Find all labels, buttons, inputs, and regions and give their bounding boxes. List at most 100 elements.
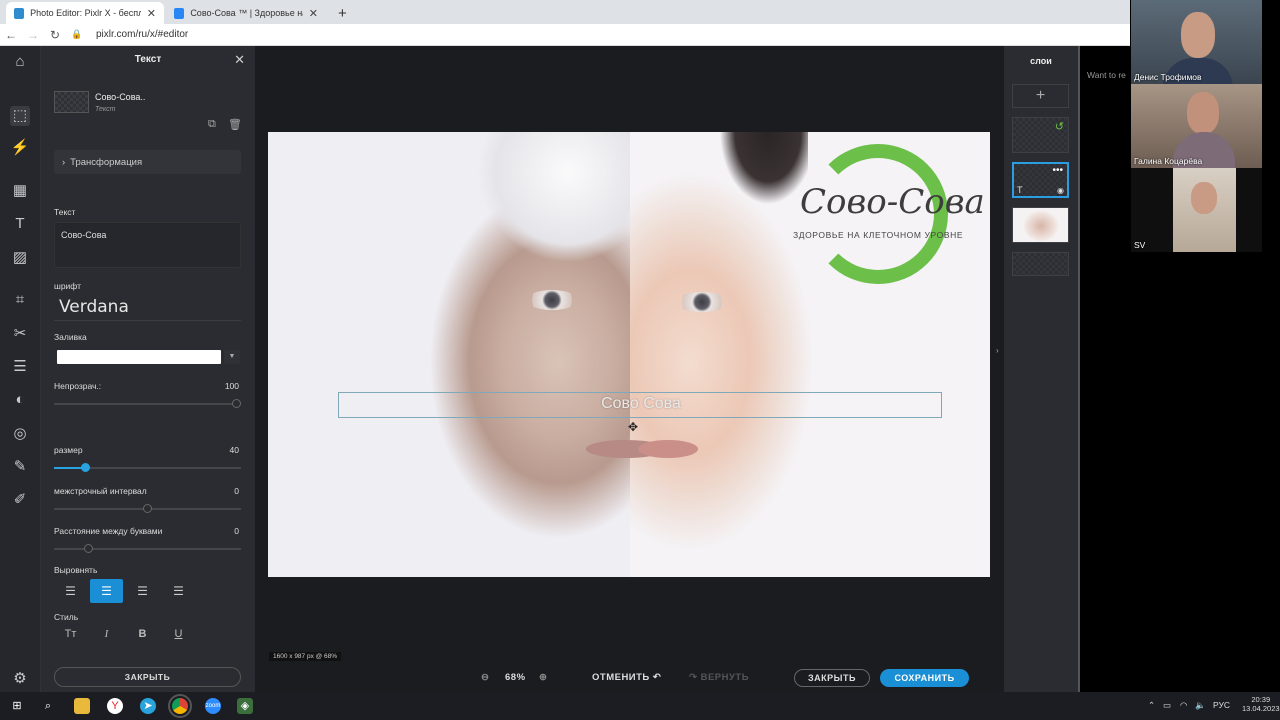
language-indicator[interactable]: РУС [1213, 700, 1230, 710]
opacity-slider[interactable] [54, 399, 241, 408]
chevron-right-icon[interactable]: › [996, 346, 1006, 366]
file-explorer-icon[interactable] [74, 698, 90, 714]
slider-handle[interactable] [232, 399, 241, 408]
auto-fix-icon[interactable]: ⚡ [10, 138, 30, 158]
liquify-icon[interactable]: ◎ [10, 424, 30, 444]
reload-icon[interactable]: ↻ [44, 28, 66, 42]
trash-icon[interactable]: 🗑 [228, 118, 242, 131]
eye-icon[interactable]: ◉ [1057, 186, 1064, 195]
text-label: Текст [54, 207, 76, 217]
new-tab-button[interactable]: + [330, 2, 355, 24]
slider-handle[interactable] [84, 544, 93, 553]
windows-start-icon[interactable]: ⊞ [9, 698, 25, 714]
close-icon[interactable]: ✕ [309, 7, 318, 20]
letter-spacing-value: 0 [234, 526, 239, 536]
chevron-down-icon[interactable]: ▼ [224, 350, 240, 364]
layer-photo[interactable] [1012, 207, 1069, 243]
layout-icon[interactable]: ▦ [10, 181, 30, 201]
layer-background[interactable] [1012, 252, 1069, 276]
align-right-icon[interactable]: ☰ [126, 579, 159, 603]
opacity-label: Непрозрач.: [54, 381, 102, 391]
line-spacing-slider[interactable] [54, 504, 241, 513]
text-tool-icon[interactable]: T [10, 214, 30, 234]
zoom-app-icon[interactable]: zoom [205, 698, 221, 714]
zoom-level: 68% [505, 672, 526, 683]
underline-icon[interactable]: U [162, 628, 195, 648]
pattern-icon[interactable]: ▨ [10, 248, 30, 268]
italic-icon[interactable]: I [90, 628, 123, 648]
duplicate-icon[interactable]: ⧉ [208, 118, 216, 131]
search-icon[interactable]: ⌕ [40, 698, 56, 714]
participant-face [1191, 182, 1217, 214]
crop-icon[interactable]: ⌗ [10, 290, 30, 310]
letter-spacing-slider[interactable] [54, 544, 241, 553]
url-field[interactable]: pixlr.com/ru/x/#editor [96, 29, 188, 40]
transform-section[interactable]: › Трансформация [54, 150, 241, 174]
arrange-tool-icon[interactable]: ⬚ [10, 106, 30, 126]
text-selection-box[interactable]: Сово Сова [338, 392, 942, 418]
eye-left [526, 290, 578, 310]
fill-color-swatch[interactable] [57, 350, 221, 364]
settings-icon[interactable]: ⚙ [10, 669, 30, 689]
close-button[interactable]: ЗАКРЫТЬ [794, 669, 870, 687]
layer-text[interactable]: ••• T ◉ [1012, 162, 1069, 198]
text-properties-panel: Текст ✕ Сово-Сова.. Текст ⧉ 🗑 › Трансфор… [41, 46, 255, 692]
size-value: 40 [229, 445, 239, 455]
app-icon[interactable]: ◈ [237, 698, 253, 714]
size-slider[interactable] [54, 463, 241, 472]
redo-button[interactable]: ↷ ВЕРНУТЬ [689, 672, 749, 683]
close-icon[interactable]: ✕ [234, 52, 245, 68]
bold-icon[interactable]: B [126, 628, 159, 648]
lips-young [638, 440, 698, 458]
volume-icon[interactable]: 🔈 [1195, 700, 1206, 711]
zoom-in-icon[interactable]: ⊕ [539, 672, 547, 683]
close-panel-button[interactable]: ЗАКРЫТЬ [54, 667, 241, 687]
back-icon[interactable]: ← [0, 28, 22, 42]
zoom-out-icon[interactable]: ⊖ [481, 672, 489, 683]
align-left-icon[interactable]: ☰ [54, 579, 87, 603]
align-center-icon[interactable]: ☰ [90, 579, 123, 603]
undo-button[interactable]: ОТМЕНИТЬ ↶ [592, 672, 661, 683]
network-icon[interactable]: ▭ [1163, 700, 1171, 711]
text-case-icon[interactable]: Tт [54, 628, 87, 648]
align-justify-icon[interactable]: ☰ [162, 579, 195, 603]
line-spacing-value: 0 [234, 486, 239, 496]
canvas-image[interactable]: Сово-Сова ЗДОРОВЬЕ НА КЛЕТОЧНОМ УРОВНЕ С… [268, 132, 990, 577]
slider-handle[interactable] [81, 463, 90, 472]
layer-thumbnail[interactable] [54, 91, 89, 113]
wifi-icon[interactable]: ◠ [1180, 700, 1187, 711]
participant-face [1187, 92, 1219, 134]
align-label: Выровнять [54, 565, 98, 575]
brush-icon[interactable]: ✐ [10, 490, 30, 510]
yandex-browser-icon[interactable]: Y [107, 698, 123, 714]
clock[interactable]: 20:39 13.04.2023 [1242, 695, 1280, 713]
participant-name: Денис Трофимов [1134, 72, 1202, 82]
video-tile-2[interactable]: Галина Коцарёва [1131, 84, 1262, 168]
forward-icon[interactable]: → [22, 28, 44, 42]
layer-logo[interactable]: ↺ [1012, 117, 1069, 153]
windows-taskbar: ⊞ ⌕ Y ➤ zoom ◈ ⌃ ▭ ◠ 🔈 РУС 20:39 13.04.2… [0, 692, 1280, 720]
chrome-icon[interactable] [168, 694, 192, 718]
style-label: Стиль [54, 612, 79, 622]
text-input[interactable]: Сово-Сова [54, 222, 241, 268]
video-tile-3[interactable]: SV [1131, 168, 1262, 252]
adjust-icon[interactable]: ☰ [10, 357, 30, 377]
fill-label: Заливка [54, 332, 87, 342]
font-select[interactable]: Verdana [54, 295, 241, 321]
tray-chevron-icon[interactable]: ⌃ [1148, 700, 1155, 711]
cutout-icon[interactable]: ✂ [10, 324, 30, 344]
slider-handle[interactable] [143, 504, 152, 513]
tab-pixlr[interactable]: Photo Editor: Pixlr X - бесплатн ✕ [6, 2, 164, 24]
video-tile-1[interactable]: Денис Трофимов [1131, 0, 1262, 84]
size-label: размер [54, 445, 83, 455]
close-icon[interactable]: ✕ [147, 7, 156, 20]
add-layer-button[interactable]: + [1012, 84, 1069, 108]
save-button[interactable]: СОХРАНИТЬ [880, 669, 969, 687]
selected-text[interactable]: Сово Сова [339, 395, 943, 413]
home-icon[interactable]: ⌂ [10, 52, 30, 72]
telegram-icon[interactable]: ➤ [140, 698, 156, 714]
tab-sovo-sova[interactable]: Сово-Сова ™ | Здоровье на кле ✕ [166, 2, 326, 24]
filter-icon[interactable]: ◐ [10, 390, 30, 410]
more-icon[interactable]: ••• [1052, 165, 1063, 176]
heal-icon[interactable]: ✎ [10, 457, 30, 477]
